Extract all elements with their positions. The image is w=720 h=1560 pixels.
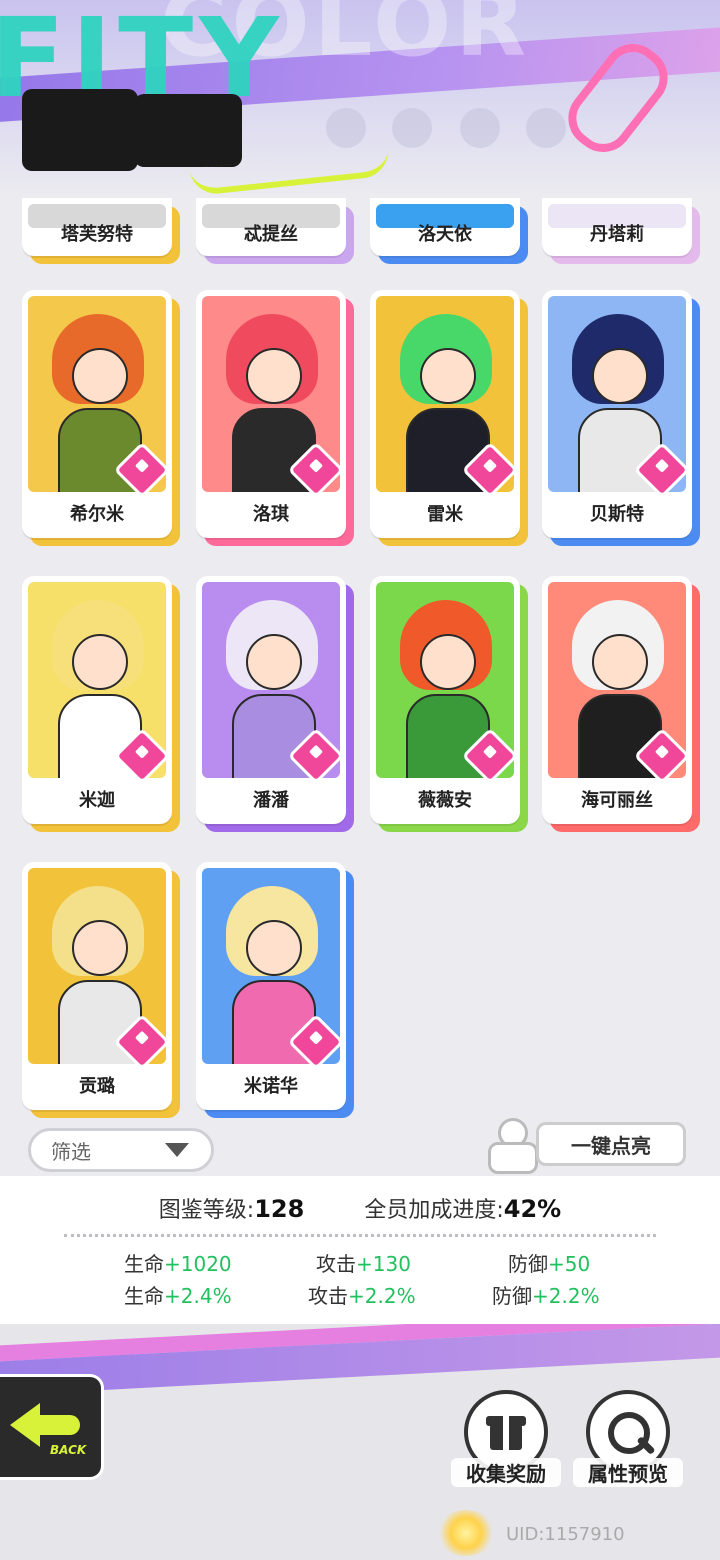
collection-level-value: 128 (254, 1195, 305, 1223)
god-card[interactable]: 丹塔莉 (542, 198, 700, 264)
god-card[interactable]: 忒提丝 (196, 198, 354, 264)
card-name: 贡璐 (79, 1076, 115, 1097)
stat-def-percent: 防御+2.2% (492, 1284, 600, 1308)
portrait-face (72, 348, 128, 404)
portrait-face (246, 634, 302, 690)
bonus-progress: 全员加成进度:42% (364, 1192, 561, 1224)
god-card[interactable]: 希尔米 (22, 290, 180, 546)
god-card[interactable]: 薇薇安 (370, 576, 528, 832)
god-card[interactable]: 海可丽丝 (542, 576, 700, 832)
portrait-face (592, 348, 648, 404)
portrait-face (420, 634, 476, 690)
card-name: 洛琪 (253, 504, 289, 525)
god-card[interactable]: 雷米 (370, 290, 528, 546)
dotted-divider (64, 1234, 656, 1237)
god-card[interactable]: 塔芙努特 (22, 198, 180, 264)
attribute-preview-label[interactable]: 属性预览 (573, 1458, 683, 1487)
decor-dot (526, 108, 566, 148)
page-title: 神明 图鉴 (22, 89, 243, 171)
light-all-button[interactable]: 一键点亮 (476, 1112, 690, 1174)
card-name: 雷米 (427, 504, 463, 525)
card-name: 忒提丝 (244, 224, 298, 245)
portrait-face (420, 348, 476, 404)
portrait-face (592, 634, 648, 690)
decor-dot (460, 108, 500, 148)
god-card-grid: 塔芙努特 忒提丝 洛天依 丹塔莉 希尔米 洛琪 雷米 贝斯特 米迦 潘潘 薇薇安… (0, 198, 720, 1118)
stat-def-flat: 防御+50 (508, 1252, 591, 1276)
gift-ribbon (503, 1410, 509, 1450)
card-name: 洛天依 (418, 224, 472, 245)
back-arrow-shaft (36, 1415, 80, 1435)
card-name: 米诺华 (244, 1076, 298, 1097)
god-card[interactable]: 洛天依 (370, 198, 528, 264)
portrait-face (72, 634, 128, 690)
card-name: 贝斯特 (590, 504, 644, 525)
portrait-face (72, 920, 128, 976)
god-card[interactable]: 米诺华 (196, 862, 354, 1118)
page-title-sub: 图鉴 (134, 93, 243, 167)
collection-level: 图鉴等级:128 (159, 1192, 305, 1224)
stats-summary: 图鉴等级:128 全员加成进度:42% (0, 1192, 720, 1224)
bonus-progress-value: 42% (503, 1195, 562, 1223)
light-all-label: 一键点亮 (536, 1122, 686, 1166)
sparkle-icon (436, 1510, 496, 1556)
god-card[interactable]: 米迦 (22, 576, 180, 832)
collect-reward-label[interactable]: 收集奖励 (451, 1458, 561, 1487)
card-name: 米迦 (79, 790, 115, 811)
card-name: 塔芙努特 (61, 224, 133, 245)
collection-stats-panel: 图鉴等级:128 全员加成进度:42% 生命+1020 攻击+130 防御+50… (0, 1176, 720, 1327)
stat-hp-flat: 生命+1020 (124, 1252, 232, 1276)
god-card[interactable]: 贝斯特 (542, 290, 700, 546)
collection-level-label: 图鉴等级: (158, 1198, 255, 1223)
back-button[interactable]: BACK (0, 1374, 104, 1480)
filter-label: 筛选 (51, 1139, 91, 1164)
card-name: 薇薇安 (418, 790, 472, 811)
stat-atk-flat: 攻击+130 (316, 1252, 411, 1276)
god-card[interactable]: 潘潘 (196, 576, 354, 832)
user-id: UID:1157910 (506, 1524, 625, 1545)
card-name: 希尔米 (70, 504, 124, 525)
portrait-face (246, 348, 302, 404)
god-card[interactable]: 贡璐 (22, 862, 180, 1118)
card-name: 丹塔莉 (590, 224, 644, 245)
back-label: BACK (50, 1443, 87, 1457)
decor-dot (326, 108, 366, 148)
card-name: 海可丽丝 (581, 790, 653, 811)
stat-atk-percent: 攻击+2.2% (308, 1284, 416, 1308)
portrait-face (246, 920, 302, 976)
filter-dropdown[interactable]: 筛选 (28, 1128, 214, 1172)
god-card[interactable]: 洛琪 (196, 290, 354, 546)
stat-hp-percent: 生命+2.4% (124, 1284, 232, 1308)
bonus-progress-label: 全员加成进度: (364, 1198, 504, 1223)
decor-dot (392, 108, 432, 148)
page-title-main: 神明 (22, 89, 139, 171)
chevron-down-icon (165, 1143, 189, 1157)
card-name: 潘潘 (253, 790, 289, 811)
